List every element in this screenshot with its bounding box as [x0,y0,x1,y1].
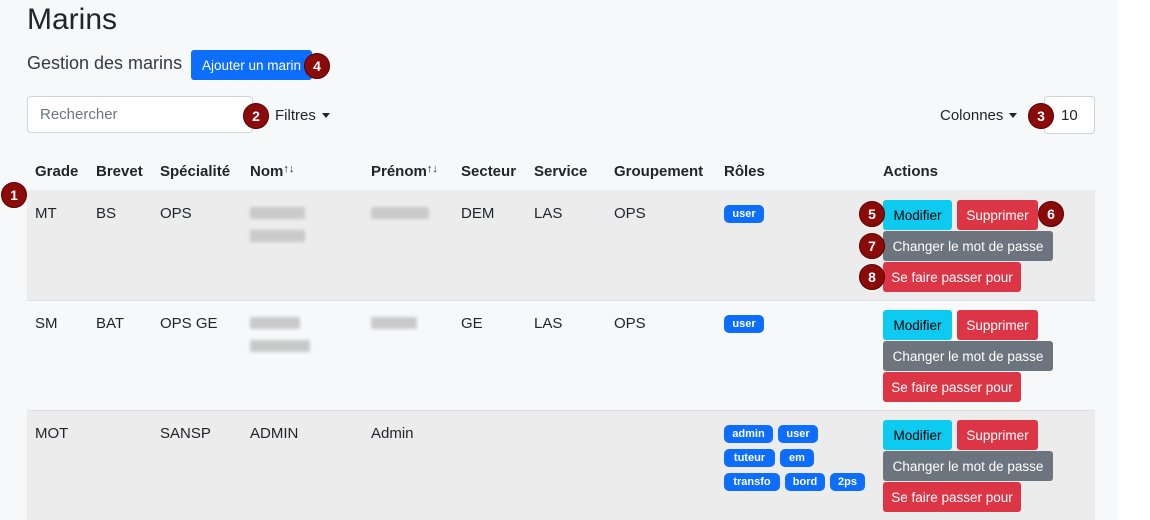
annotation-marker: 8 [859,264,885,290]
column-header-roles: Rôles [724,163,765,180]
impersonate-button[interactable]: Se faire passer pour [883,262,1021,292]
annotation-marker: 3 [1028,103,1054,129]
role-badge: bord [785,473,825,491]
cell-brevet: BS [96,205,117,222]
annotation-marker: 6 [1038,201,1064,227]
cell-specialite: OPS [160,205,192,222]
edit-button[interactable]: Modifier [883,310,952,340]
column-header-prenom[interactable]: Prénom↑↓ [371,163,438,180]
column-header-service: Service [534,163,588,180]
columns-dropdown[interactable]: Colonnes [940,107,1018,124]
annotation-marker: 4 [304,53,330,79]
cell-specialite: OPS GE [160,315,218,332]
change-password-button[interactable]: Changer le mot de passe [883,341,1053,371]
cell-grade: SM [35,315,58,332]
edit-button[interactable]: Modifier [883,200,952,230]
column-header-nom[interactable]: Nom↑↓ [250,163,294,180]
search-input[interactable]: Rechercher [27,96,253,133]
role-badge: user [724,205,764,223]
sort-icon[interactable]: ↑↓ [283,163,294,175]
role-badge: transfo [724,473,780,491]
cell-nom: ADMIN [250,425,299,442]
page-title: Marins [27,3,118,36]
chevron-down-icon [321,113,330,118]
role-badge: admin [724,425,773,443]
edit-button[interactable]: Modifier [883,420,952,450]
delete-button[interactable]: Supprimer [957,420,1038,450]
cell-secteur: DEM [461,205,495,222]
cell-grade: MT [35,205,57,222]
role-badge: em [780,449,814,467]
column-header-brevet: Brevet [96,163,143,180]
cell-specialite: SANSP [160,425,211,442]
delete-button[interactable]: Supprimer [957,200,1038,230]
column-header-actions: Actions [883,163,939,180]
cell-grade: MOT [35,425,69,442]
column-header-secteur: Secteur [461,163,517,180]
sort-icon[interactable]: ↑↓ [427,163,438,175]
row-divider [27,300,1095,301]
cell-groupement: OPS [614,205,646,222]
redacted-nom [250,317,300,329]
cell-groupement: OPS [614,315,646,332]
annotation-marker: 7 [859,233,885,259]
role-badge: user [724,315,764,333]
annotation-marker: 1 [1,182,27,208]
column-header-groupement: Groupement [614,163,704,180]
annotation-marker: 5 [859,201,885,227]
cell-service: LAS [534,205,563,222]
column-header-nom-label: Nom [250,163,284,180]
change-password-button[interactable]: Changer le mot de passe [883,231,1053,261]
cell-prenom: Admin [371,425,414,442]
annotation-marker: 2 [243,103,269,129]
impersonate-button[interactable]: Se faire passer pour [883,372,1021,402]
add-marin-button[interactable]: Ajouter un marin [191,50,312,80]
chevron-down-icon [1009,113,1018,118]
cell-secteur: GE [461,315,483,332]
column-header-grade: Grade [35,163,79,180]
role-badge: tuteur [724,449,775,467]
filters-dropdown[interactable]: Filtres [275,107,330,124]
change-password-button[interactable]: Changer le mot de passe [883,451,1053,481]
column-header-prenom-label: Prénom [371,163,427,180]
redacted-prenom [371,207,429,219]
role-badge: user [778,425,818,443]
redacted-nom [250,207,305,219]
row-divider [27,410,1095,411]
redacted-prenom [371,317,417,329]
impersonate-button[interactable]: Se faire passer pour [883,482,1021,512]
delete-button[interactable]: Supprimer [957,310,1038,340]
cell-brevet: BAT [96,315,125,332]
role-badge: 2ps [830,473,865,491]
redacted-nom [250,230,305,242]
columns-label: Colonnes [940,107,1004,124]
cell-service: LAS [534,315,563,332]
column-header-specialite: Spécialité [160,163,231,180]
redacted-nom [250,340,310,352]
page-subtitle: Gestion des marins [27,53,183,73]
filters-label: Filtres [275,107,316,124]
